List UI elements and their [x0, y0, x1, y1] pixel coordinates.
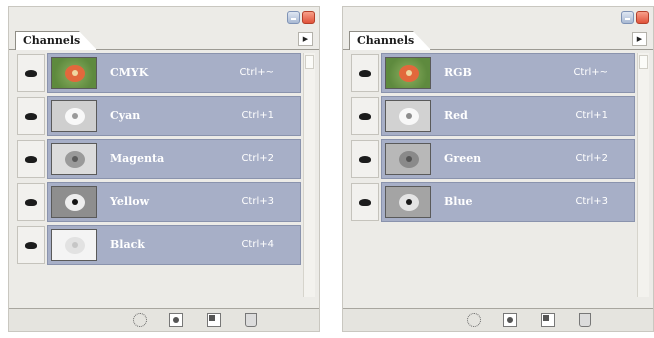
visibility-toggle[interactable]	[351, 97, 379, 135]
load-selection-icon[interactable]	[467, 313, 481, 327]
eye-icon	[359, 112, 371, 120]
eye-icon	[359, 69, 371, 77]
channel-thumbnail	[51, 186, 97, 218]
visibility-toggle[interactable]	[17, 97, 45, 135]
channel-name: Green	[444, 152, 482, 165]
window-controls	[287, 11, 315, 24]
minimize-button[interactable]	[287, 11, 300, 24]
eye-icon	[25, 155, 37, 163]
channel-shortcut: Ctrl+1	[241, 110, 274, 121]
save-selection-icon[interactable]	[503, 313, 517, 327]
scroll-thumb[interactable]	[639, 55, 648, 69]
channel-name: Yellow	[110, 195, 150, 208]
channel-list: CMYK Ctrl+~ Cyan Ctrl+1 Magenta Ctrl+2 Y…	[13, 53, 301, 268]
load-selection-icon[interactable]	[133, 313, 147, 327]
close-button[interactable]	[302, 11, 315, 24]
scroll-thumb[interactable]	[305, 55, 314, 69]
eye-icon	[359, 198, 371, 206]
panel-bottom-bar	[9, 308, 319, 331]
save-selection-icon[interactable]	[169, 313, 183, 327]
channel-name: Magenta	[110, 152, 165, 165]
new-channel-icon[interactable]	[541, 313, 555, 327]
eye-icon	[25, 241, 37, 249]
channel-name: Red	[444, 109, 468, 122]
visibility-toggle[interactable]	[351, 54, 379, 92]
channel-thumbnail	[385, 100, 431, 132]
new-channel-icon[interactable]	[207, 313, 221, 327]
channel-body[interactable]: Red Ctrl+1	[381, 96, 635, 136]
channel-row-magenta[interactable]: Magenta Ctrl+2	[13, 139, 301, 179]
channel-row-green[interactable]: Green Ctrl+2	[347, 139, 635, 179]
delete-channel-icon[interactable]	[579, 313, 591, 327]
channel-shortcut: Ctrl+3	[241, 196, 274, 207]
close-button[interactable]	[636, 11, 649, 24]
channel-name: Black	[110, 238, 145, 251]
channel-row-blue[interactable]: Blue Ctrl+3	[347, 182, 635, 222]
channel-row-red[interactable]: Red Ctrl+1	[347, 96, 635, 136]
channel-body[interactable]: Black Ctrl+4	[47, 225, 301, 265]
channel-body[interactable]: Green Ctrl+2	[381, 139, 635, 179]
channel-name: Blue	[444, 195, 473, 208]
channel-row-yellow[interactable]: Yellow Ctrl+3	[13, 182, 301, 222]
channel-name: Cyan	[110, 109, 141, 122]
channel-shortcut: Ctrl+~	[573, 67, 608, 78]
channel-thumbnail	[51, 100, 97, 132]
panel-tab-bar: Channels ▶	[9, 29, 319, 50]
channel-body[interactable]: Cyan Ctrl+1	[47, 96, 301, 136]
panel-menu-icon[interactable]: ▶	[632, 32, 647, 46]
eye-icon	[25, 112, 37, 120]
channel-name: CMYK	[110, 66, 149, 79]
channels-panel-cmyk: Channels ▶ CMYK Ctrl+~ Cyan Ctrl+1 Magen…	[8, 6, 320, 332]
channel-shortcut: Ctrl+1	[575, 110, 608, 121]
visibility-toggle[interactable]	[351, 140, 379, 178]
channel-shortcut: Ctrl+3	[575, 196, 608, 207]
visibility-toggle[interactable]	[17, 140, 45, 178]
channel-thumbnail	[51, 143, 97, 175]
channel-shortcut: Ctrl+~	[239, 67, 274, 78]
panel-tab-bar: Channels ▶	[343, 29, 653, 50]
panel-bottom-bar	[343, 308, 653, 331]
channel-body[interactable]: Magenta Ctrl+2	[47, 139, 301, 179]
channel-thumbnail	[385, 186, 431, 218]
channel-body[interactable]: Blue Ctrl+3	[381, 182, 635, 222]
minimize-button[interactable]	[621, 11, 634, 24]
channel-list: RGB Ctrl+~ Red Ctrl+1 Green Ctrl+2 Blue …	[347, 53, 635, 225]
visibility-toggle[interactable]	[17, 183, 45, 221]
visibility-toggle[interactable]	[17, 226, 45, 264]
tab-channels[interactable]: Channels	[15, 31, 97, 50]
channel-thumbnail	[385, 143, 431, 175]
channel-shortcut: Ctrl+4	[241, 239, 274, 250]
visibility-toggle[interactable]	[351, 183, 379, 221]
channel-body[interactable]: CMYK Ctrl+~	[47, 53, 301, 93]
eye-icon	[25, 69, 37, 77]
channel-name: RGB	[444, 66, 472, 79]
channel-body[interactable]: Yellow Ctrl+3	[47, 182, 301, 222]
channels-panel-rgb: Channels ▶ RGB Ctrl+~ Red Ctrl+1 Green C…	[342, 6, 654, 332]
channel-shortcut: Ctrl+2	[575, 153, 608, 164]
vertical-scrollbar[interactable]	[303, 53, 315, 297]
window-controls	[621, 11, 649, 24]
channel-thumbnail	[51, 57, 97, 89]
channel-thumbnail	[385, 57, 431, 89]
channel-thumbnail	[51, 229, 97, 261]
channel-shortcut: Ctrl+2	[241, 153, 274, 164]
tab-channels[interactable]: Channels	[349, 31, 431, 50]
channel-row-cmyk[interactable]: CMYK Ctrl+~	[13, 53, 301, 93]
visibility-toggle[interactable]	[17, 54, 45, 92]
channel-row-black[interactable]: Black Ctrl+4	[13, 225, 301, 265]
eye-icon	[359, 155, 371, 163]
eye-icon	[25, 198, 37, 206]
panel-menu-icon[interactable]: ▶	[298, 32, 313, 46]
delete-channel-icon[interactable]	[245, 313, 257, 327]
channel-body[interactable]: RGB Ctrl+~	[381, 53, 635, 93]
vertical-scrollbar[interactable]	[637, 53, 649, 297]
channel-row-rgb[interactable]: RGB Ctrl+~	[347, 53, 635, 93]
channel-row-cyan[interactable]: Cyan Ctrl+1	[13, 96, 301, 136]
